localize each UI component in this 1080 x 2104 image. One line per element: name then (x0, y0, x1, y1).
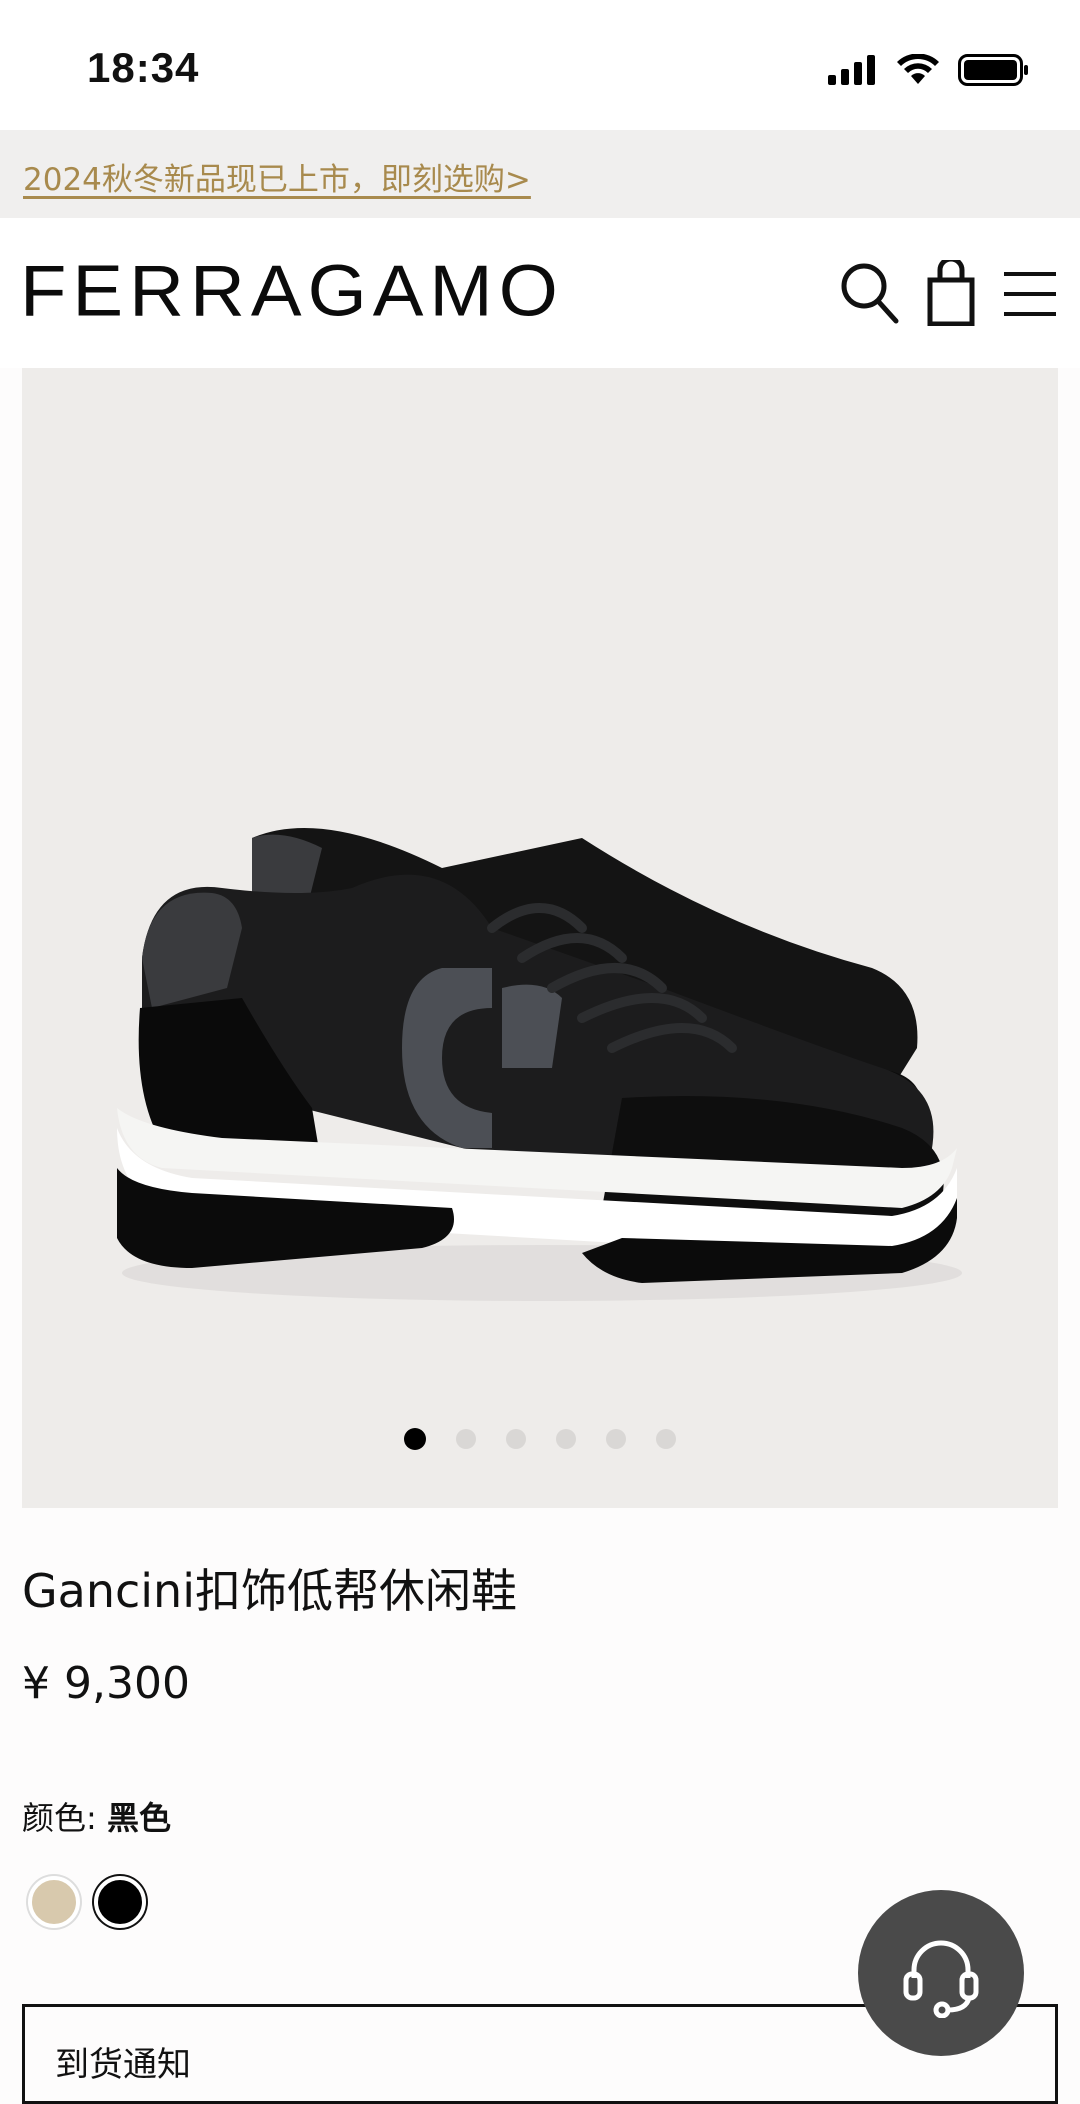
wifi-icon (897, 54, 939, 84)
gallery-dot[interactable] (556, 1429, 576, 1449)
battery-icon (958, 54, 1028, 86)
swatch-black[interactable] (94, 1876, 146, 1928)
customer-service-button[interactable] (858, 1890, 1024, 2056)
gallery-pagination (22, 1428, 1058, 1450)
gallery-dot[interactable] (656, 1429, 676, 1449)
menu-icon[interactable] (1002, 260, 1058, 326)
product-image-gallery[interactable] (22, 368, 1058, 1508)
promo-link[interactable]: 2024秋冬新品现已上市，即刻选购> (23, 154, 531, 199)
color-swatches (28, 1876, 146, 1928)
status-icons (828, 50, 1030, 90)
customer-service-headset-icon (903, 1940, 979, 2018)
cellular-signal-icon (828, 55, 875, 85)
gallery-dot[interactable] (506, 1429, 526, 1449)
shopping-bag-icon[interactable] (922, 260, 984, 326)
status-time: 18:34 (87, 44, 200, 91)
promo-banner: 2024秋冬新品现已上市，即刻选购> (0, 130, 1080, 218)
product-image-sneaker (117, 828, 962, 1301)
gallery-dot[interactable] (404, 1428, 426, 1450)
status-bar: 18:34 (0, 0, 1080, 130)
notify-label: 到货通知 (55, 2045, 191, 2085)
search-icon[interactable] (838, 260, 900, 326)
product-price: ¥ 9,300 (22, 1658, 190, 1709)
site-header: FERRAGAMO (0, 218, 1080, 368)
product-title: Gancini扣饰低帮休闲鞋 (22, 1564, 517, 1618)
brand-logo[interactable]: FERRAGAMO (20, 250, 564, 333)
color-label: 颜色: (22, 1799, 97, 1837)
gallery-dot[interactable] (606, 1429, 626, 1449)
gallery-dot[interactable] (456, 1429, 476, 1449)
swatch-beige[interactable] (28, 1876, 80, 1928)
color-value: 黑色 (106, 1799, 171, 1837)
color-selection-label: 颜色: 黑色 (22, 1793, 171, 1839)
